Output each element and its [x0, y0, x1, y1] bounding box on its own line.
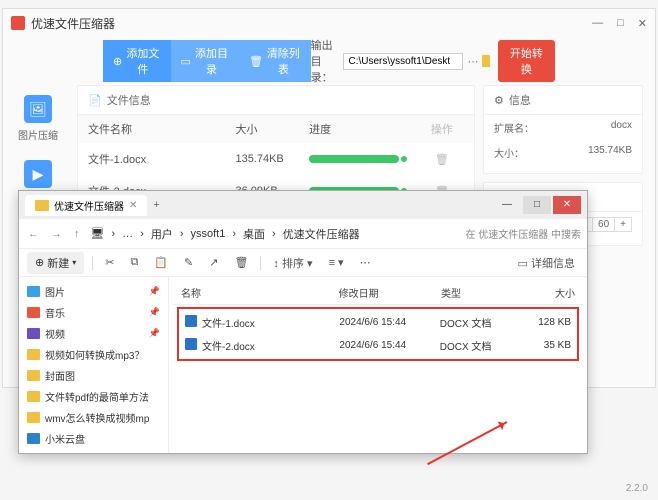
maximize-button[interactable]: □: [617, 17, 624, 30]
explorer-sidebar-item[interactable]: wmv怎么转换成视频mp: [19, 407, 168, 428]
ex-maximize-button[interactable]: □: [523, 196, 551, 214]
search-input[interactable]: 在 优速文件压缩器 中搜索: [465, 226, 581, 241]
col-progress: 进度: [309, 121, 420, 137]
copy-icon[interactable]: ⧉: [126, 256, 142, 269]
explorer-sidebar-item[interactable]: 文件转pdf的最简单方法: [19, 386, 168, 407]
col-action: 操作: [420, 121, 464, 137]
ex-col-type[interactable]: 类型: [441, 285, 520, 300]
ex-col-date[interactable]: 修改日期: [339, 285, 441, 300]
ex-close-button[interactable]: ✕: [553, 196, 581, 214]
app-title: 优速文件压缩器: [31, 15, 592, 32]
more-icon[interactable]: ⋯: [356, 256, 375, 269]
share-icon[interactable]: ↗: [205, 256, 222, 269]
col-name: 文件名称: [88, 121, 235, 137]
rename-icon[interactable]: ✎: [180, 256, 197, 269]
ex-col-size[interactable]: 大小: [520, 285, 575, 300]
ex-minimize-button[interactable]: —: [493, 196, 521, 214]
up-button[interactable]: ↑: [71, 228, 83, 240]
clear-list-button[interactable]: 🗑清除列表: [239, 40, 311, 82]
more-icon[interactable]: ⋯: [467, 55, 478, 68]
folder-icon[interactable]: [482, 55, 489, 67]
forward-button[interactable]: →: [48, 228, 65, 240]
explorer-sidebar-item[interactable]: 视频如何转换成mp3？: [19, 344, 168, 365]
explorer-file-row[interactable]: 文件-1.docx 2024/6/6 15:44 DOCX 文档 128 KB: [179, 311, 577, 334]
start-convert-button[interactable]: 开始转换: [498, 40, 555, 82]
explorer-sidebar-item[interactable]: 此电脑: [19, 449, 168, 453]
explorer-sidebar-item[interactable]: 音乐📌: [19, 302, 168, 323]
new-tab-button[interactable]: +: [153, 199, 159, 211]
docx-icon: [185, 315, 197, 327]
view-icon[interactable]: ≡ ▾: [325, 256, 348, 269]
sidebar-image-compress[interactable]: 🖼 图片压缩: [7, 95, 69, 142]
video-icon: ▶: [24, 160, 52, 188]
add-file-button[interactable]: ⊕添加文件: [103, 40, 171, 82]
annotation-arrow: [427, 421, 507, 465]
sort-button[interactable]: ↕ 排序 ▾: [269, 255, 316, 271]
highlight-box: 文件-1.docx 2024/6/6 15:44 DOCX 文档 128 KB …: [177, 307, 579, 361]
cut-icon[interactable]: ✂: [101, 256, 118, 269]
image-icon: 🖼: [24, 95, 52, 123]
docx-icon: [185, 338, 197, 350]
explorer-sidebar-item[interactable]: 图片📌: [19, 281, 168, 302]
delete-icon[interactable]: 🗑: [420, 153, 464, 166]
output-path-input[interactable]: [343, 53, 463, 70]
titlebar: 优速文件压缩器 — □ ✕: [3, 9, 655, 37]
trash-icon[interactable]: 🗑: [230, 256, 252, 269]
explorer-sidebar: 图片📌音乐📌视频📌视频如何转换成mp3？封面图文件转pdf的最简单方法wmv怎么…: [19, 277, 169, 453]
back-button[interactable]: ←: [25, 228, 42, 240]
minimize-button[interactable]: —: [592, 17, 603, 30]
explorer-sidebar-item[interactable]: 封面图: [19, 365, 168, 386]
ex-col-name[interactable]: 名称: [181, 285, 339, 300]
version-label: 2.2.0: [626, 483, 648, 494]
explorer-sidebar-item[interactable]: 视频📌: [19, 323, 168, 344]
explorer-tab[interactable]: 优速文件压缩器 ✕: [25, 195, 147, 216]
explorer-sidebar-item[interactable]: 小米云盘: [19, 428, 168, 449]
toolbar: ⊕添加文件 ▭添加目录 🗑清除列表 输出目录： ⋯ 开始转换: [95, 45, 563, 77]
new-button[interactable]: ⊕新建▾: [27, 252, 84, 274]
plus-icon[interactable]: +: [615, 218, 631, 231]
app-logo-icon: [11, 16, 25, 30]
explorer-file-row[interactable]: 文件-2.docx 2024/6/6 15:44 DOCX 文档 35 KB: [179, 334, 577, 357]
explorer-titlebar: 优速文件压缩器 ✕ + — □ ✕: [19, 191, 587, 219]
output-label: 输出目录：: [311, 37, 340, 85]
col-size: 大小: [235, 121, 309, 137]
details-button[interactable]: ▭ 详细信息: [514, 255, 579, 271]
folder-icon: [35, 200, 49, 211]
close-button[interactable]: ✕: [638, 17, 647, 30]
file-row[interactable]: 文件-1.docx 135.74KB 🗑: [78, 143, 474, 175]
paste-icon[interactable]: 📋: [150, 256, 172, 269]
explorer-window: 优速文件压缩器 ✕ + — □ ✕ ← → ↑ 🖥›…› 用户› yssoft1…: [18, 190, 588, 454]
add-dir-button[interactable]: ▭添加目录: [171, 40, 240, 82]
breadcrumb[interactable]: 🖥›…› 用户› yssoft1› 桌面› 优速文件压缩器: [89, 226, 460, 242]
tab-close-icon[interactable]: ✕: [129, 200, 137, 211]
info-panel: ⚙信息 扩展名：docx 大小：135.74KB: [483, 85, 643, 174]
